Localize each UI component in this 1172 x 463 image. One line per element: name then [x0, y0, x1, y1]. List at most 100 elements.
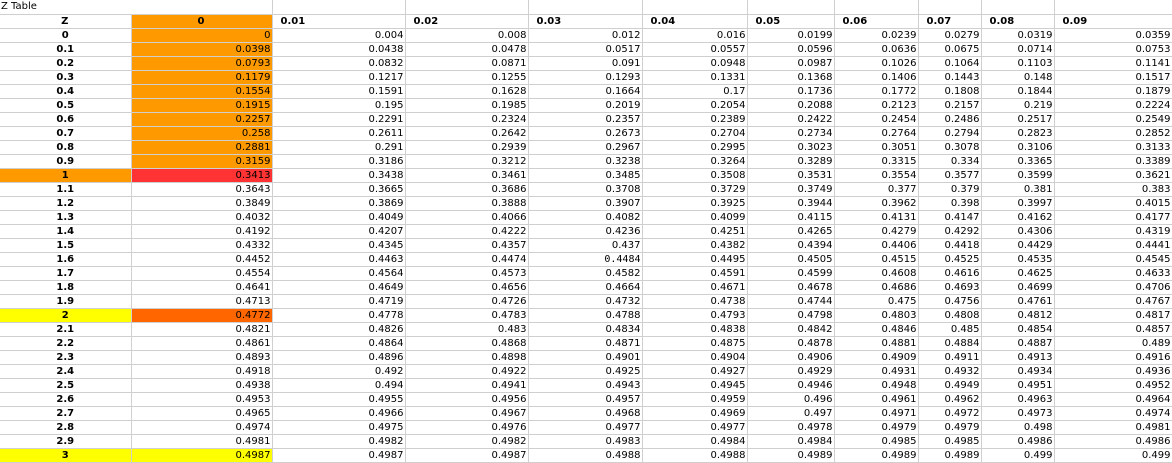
- probability-cell[interactable]: 0.0478: [405, 42, 529, 57]
- probability-cell[interactable]: 0.4066: [405, 210, 529, 225]
- probability-cell[interactable]: 0.4887: [981, 336, 1055, 351]
- probability-cell[interactable]: 0.4966: [272, 406, 406, 421]
- probability-cell[interactable]: 0.4957: [528, 392, 643, 407]
- probability-cell[interactable]: 0.4925: [528, 364, 643, 379]
- probability-cell[interactable]: 0.4162: [981, 210, 1055, 225]
- probability-cell[interactable]: 0.4938: [131, 378, 273, 393]
- probability-cell[interactable]: 0.4015: [1054, 196, 1172, 211]
- probability-cell[interactable]: 0.4864: [272, 336, 406, 351]
- probability-cell[interactable]: 0.4951: [981, 378, 1055, 393]
- probability-cell[interactable]: 0.0319: [981, 28, 1055, 43]
- probability-cell[interactable]: 0.3997: [981, 196, 1055, 211]
- probability-cell[interactable]: 0.4922: [405, 364, 529, 379]
- probability-cell[interactable]: 0.494: [272, 378, 406, 393]
- z-value-cell[interactable]: 2.2: [0, 336, 132, 351]
- probability-cell[interactable]: 0.4985: [834, 434, 919, 449]
- z-value-cell[interactable]: 2.7: [0, 406, 132, 421]
- z-value-cell[interactable]: 0.4: [0, 84, 132, 99]
- probability-cell[interactable]: 0.0398: [131, 42, 273, 57]
- probability-cell[interactable]: 0.4988: [642, 448, 748, 463]
- probability-cell[interactable]: 0.4981: [1054, 420, 1172, 435]
- probability-cell[interactable]: 0.17: [642, 84, 748, 99]
- probability-cell[interactable]: 0.4949: [918, 378, 982, 393]
- probability-cell[interactable]: 0.4987: [131, 448, 273, 463]
- probability-cell[interactable]: 0.4608: [834, 266, 919, 281]
- probability-cell[interactable]: 0.4861: [131, 336, 273, 351]
- probability-cell[interactable]: 0.381: [981, 182, 1055, 197]
- probability-cell[interactable]: 0.2967: [528, 140, 643, 155]
- probability-cell[interactable]: 0.1255: [405, 70, 529, 85]
- probability-cell[interactable]: 0.4981: [131, 434, 273, 449]
- probability-cell[interactable]: 0.4032: [131, 210, 273, 225]
- probability-cell[interactable]: 0.4535: [981, 252, 1055, 267]
- probability-cell[interactable]: 0.0239: [834, 28, 919, 43]
- probability-cell[interactable]: 0.4857: [1054, 322, 1172, 337]
- probability-cell[interactable]: 0.2486: [918, 112, 982, 127]
- z-value-cell[interactable]: 0.5: [0, 98, 132, 113]
- z-value-cell[interactable]: 1.7: [0, 266, 132, 281]
- empty-cell[interactable]: [272, 0, 406, 15]
- probability-cell[interactable]: 0.497: [747, 406, 835, 421]
- probability-cell[interactable]: 0.4871: [528, 336, 643, 351]
- probability-cell[interactable]: 0.4616: [918, 266, 982, 281]
- probability-cell[interactable]: 0.4941: [405, 378, 529, 393]
- probability-cell[interactable]: 0.1064: [918, 56, 982, 71]
- probability-cell[interactable]: 0.3315: [834, 154, 919, 169]
- probability-cell[interactable]: 0.4906: [747, 350, 835, 365]
- z-value-cell[interactable]: 2.3: [0, 350, 132, 365]
- probability-cell[interactable]: 0.3577: [918, 168, 982, 183]
- probability-cell[interactable]: 0.1141: [1054, 56, 1172, 71]
- probability-cell[interactable]: 0.1591: [272, 84, 406, 99]
- z-value-cell[interactable]: 0.8: [0, 140, 132, 155]
- probability-cell[interactable]: 0.4975: [272, 420, 406, 435]
- probability-cell[interactable]: 0.4934: [981, 364, 1055, 379]
- probability-cell[interactable]: 0.1217: [272, 70, 406, 85]
- probability-cell[interactable]: 0.4265: [747, 224, 835, 239]
- probability-cell[interactable]: 0.4664: [528, 280, 643, 295]
- z-value-cell[interactable]: 2.1: [0, 322, 132, 337]
- probability-cell[interactable]: 0.1026: [834, 56, 919, 71]
- probability-cell[interactable]: 0.4927: [642, 364, 748, 379]
- probability-cell[interactable]: 0.4854: [981, 322, 1055, 337]
- probability-cell[interactable]: 0.1985: [405, 98, 529, 113]
- z-value-cell[interactable]: 0.2: [0, 56, 132, 71]
- probability-cell[interactable]: 0.4834: [528, 322, 643, 337]
- probability-cell[interactable]: 0.004: [272, 28, 406, 43]
- z-value-cell[interactable]: 2: [0, 308, 132, 323]
- probability-cell[interactable]: 0.4952: [1054, 378, 1172, 393]
- probability-cell[interactable]: 0.0832: [272, 56, 406, 71]
- probability-cell[interactable]: 0.2224: [1054, 98, 1172, 113]
- probability-cell[interactable]: 0.2454: [834, 112, 919, 127]
- probability-cell[interactable]: 0.4131: [834, 210, 919, 225]
- header-0-01[interactable]: 0.01: [272, 14, 406, 29]
- header-0[interactable]: 0: [131, 14, 273, 29]
- probability-cell[interactable]: 0.4463: [272, 252, 406, 267]
- probability-cell[interactable]: 0.2852: [1054, 126, 1172, 141]
- probability-cell[interactable]: 0.258: [131, 126, 273, 141]
- probability-cell[interactable]: 0.219: [981, 98, 1055, 113]
- probability-cell[interactable]: 0.3599: [981, 168, 1055, 183]
- probability-cell[interactable]: 0.1664: [528, 84, 643, 99]
- probability-cell[interactable]: 0.0517: [528, 42, 643, 57]
- probability-cell[interactable]: 0.091: [528, 56, 643, 71]
- z-value-cell[interactable]: 2.8: [0, 420, 132, 435]
- probability-cell[interactable]: 0.4982: [272, 434, 406, 449]
- probability-cell[interactable]: 0.398: [918, 196, 982, 211]
- probability-cell[interactable]: 0.4599: [747, 266, 835, 281]
- probability-cell[interactable]: 0.4545: [1054, 252, 1172, 267]
- probability-cell[interactable]: 0.499: [1054, 448, 1172, 463]
- z-value-cell[interactable]: 2.5: [0, 378, 132, 393]
- probability-cell[interactable]: 0.4495: [642, 252, 748, 267]
- probability-cell[interactable]: 0.4564: [272, 266, 406, 281]
- probability-cell[interactable]: 0.0675: [918, 42, 982, 57]
- probability-cell[interactable]: 0.1772: [834, 84, 919, 99]
- probability-cell[interactable]: 0.4738: [642, 294, 748, 309]
- probability-cell[interactable]: 0.3238: [528, 154, 643, 169]
- probability-cell[interactable]: 0.2357: [528, 112, 643, 127]
- probability-cell[interactable]: 0.1808: [918, 84, 982, 99]
- probability-cell[interactable]: 0.4963: [981, 392, 1055, 407]
- probability-cell[interactable]: 0.4911: [918, 350, 982, 365]
- empty-cell[interactable]: [834, 0, 919, 15]
- probability-cell[interactable]: 0.3888: [405, 196, 529, 211]
- probability-cell[interactable]: 0.4793: [642, 308, 748, 323]
